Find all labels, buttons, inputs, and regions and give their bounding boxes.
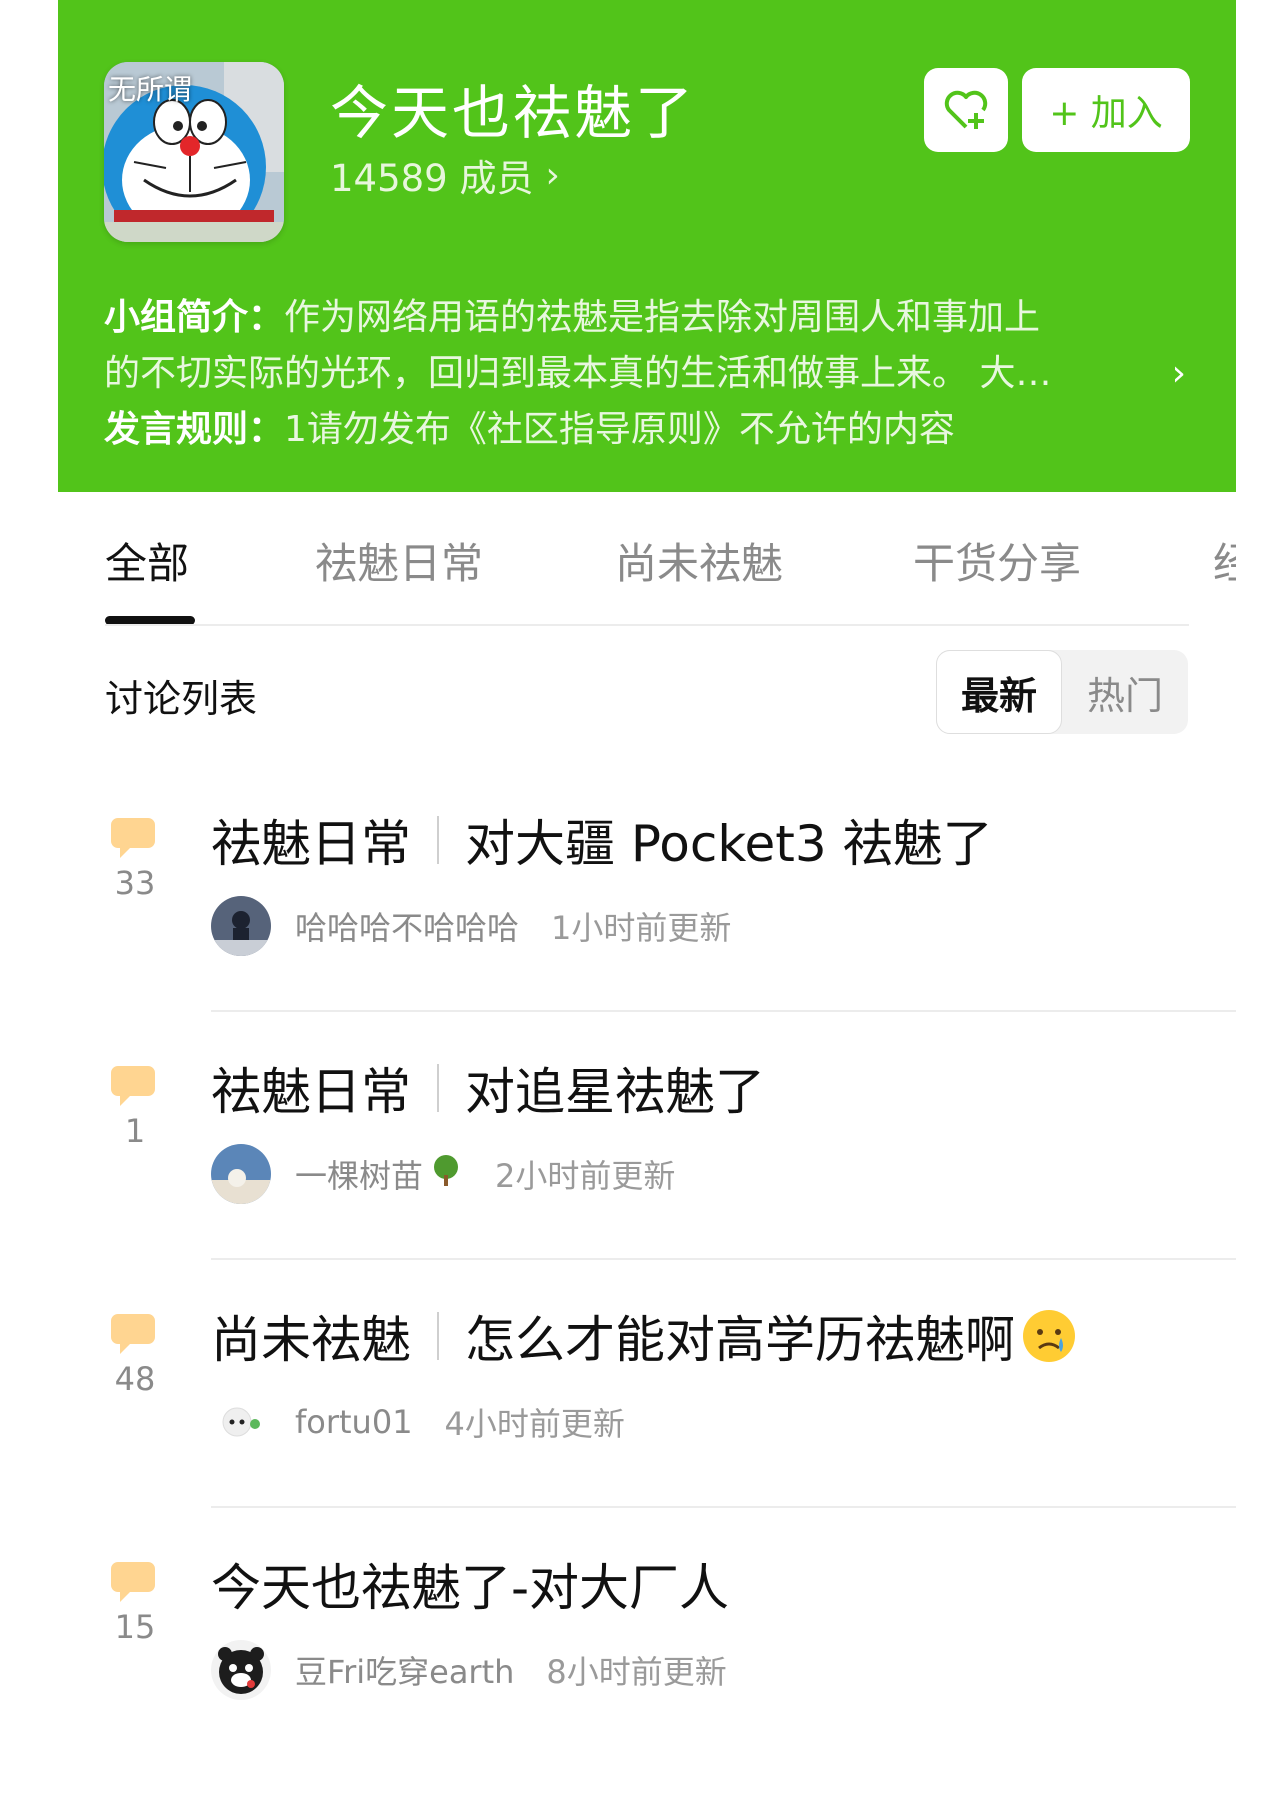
tab-more[interactable]: 经 xyxy=(1213,530,1236,591)
item-divider xyxy=(211,1010,1236,1012)
post-meta: 一棵树苗 2小时前更新 xyxy=(211,1144,675,1204)
list-item[interactable]: 1 祛魅日常 对追星祛魅了 一棵树苗 2小时前更新 xyxy=(0,1052,1280,1300)
post-title-row[interactable]: 祛魅日常 对追星祛魅了 xyxy=(211,1052,765,1124)
rules-text: 1请勿发布《社区指导原则》不允许的内容 xyxy=(284,409,955,450)
discussion-list-title: 讨论列表 xyxy=(105,677,258,721)
item-divider xyxy=(211,1258,1236,1260)
post-tag: 祛魅日常 xyxy=(211,1063,411,1121)
post-title-row[interactable]: 今天也祛魅了-对大厂人 xyxy=(211,1548,729,1620)
avatar[interactable] xyxy=(211,1640,271,1700)
updated-time: 2小时前更新 xyxy=(495,1157,676,1195)
group-avatar[interactable]: 无所谓 xyxy=(104,62,284,242)
chevron-right-icon[interactable]: › xyxy=(1172,346,1186,402)
author-name[interactable]: 哈哈哈不哈哈哈 xyxy=(295,903,519,949)
post-title: 今天也祛魅了-对大厂人 xyxy=(211,1559,730,1617)
sort-newest-button[interactable]: 最新 xyxy=(936,650,1062,734)
author-name[interactable]: 豆Fri吃穿earth xyxy=(295,1647,514,1693)
tag-separator xyxy=(437,1064,439,1112)
comment-bubble-icon xyxy=(111,1562,155,1602)
updated-time: 4小时前更新 xyxy=(444,1405,625,1443)
post-title: 怎么才能对高学历祛魅啊 xyxy=(465,1311,1015,1369)
comment-count: 33 xyxy=(114,864,156,902)
list-item[interactable]: 15 今天也祛魅了-对大厂人 豆Fri吃穿earth 8小时前更新 xyxy=(0,1548,1280,1796)
comment-count: 48 xyxy=(114,1360,156,1398)
intro-line-2: 的不切实际的光环，回归到最本真的生活和做事上来。 大… xyxy=(104,353,1052,394)
post-tag: 尚未祛魅 xyxy=(211,1311,411,1369)
author-name-text: 一棵树苗 xyxy=(295,1157,424,1195)
intro-row: 小组简介：作为网络用语的祛魅是指去除对周围人和事加上 xyxy=(104,290,1204,346)
avatar-caption: 无所谓 xyxy=(108,73,193,106)
user-avatar-image xyxy=(211,1392,271,1452)
post-meta: 哈哈哈不哈哈哈 1小时前更新 xyxy=(211,896,731,956)
rules-row: 发言规则：1请勿发布《社区指导原则》不允许的内容 xyxy=(104,402,1204,458)
member-count-link[interactable]: 14589 成员 › xyxy=(330,148,560,202)
tree-emoji-icon xyxy=(434,1155,459,1186)
comment-count: 1 xyxy=(124,1112,146,1150)
heart-plus-icon xyxy=(944,90,988,129)
comment-bubble-icon xyxy=(111,818,155,858)
list-item[interactable]: 33 祛魅日常 对大疆 Pocket3 祛魅了 哈哈哈不哈哈哈 1小时前更新 xyxy=(0,804,1280,1052)
post-title: 对大疆 Pocket3 祛魅了 xyxy=(465,815,993,873)
chevron-right-icon: › xyxy=(545,154,560,196)
group-description[interactable]: 小组简介：作为网络用语的祛魅是指去除对周围人和事加上 的不切实际的光环，回归到最… xyxy=(104,290,1204,458)
avatar[interactable] xyxy=(211,896,271,956)
sort-hot-button[interactable]: 热门 xyxy=(1062,650,1188,734)
item-divider xyxy=(211,1506,1236,1508)
post-title: 对追星祛魅了 xyxy=(465,1063,765,1121)
post-title-row[interactable]: 祛魅日常 对大疆 Pocket3 祛魅了 xyxy=(211,804,993,876)
updated-time: 1小时前更新 xyxy=(551,909,732,947)
category-tabs: 全部 祛魅日常 尚未祛魅 干货分享 经 xyxy=(105,530,1236,626)
sort-toggle: 最新 热门 xyxy=(936,650,1188,734)
post-meta: fortu01 4小时前更新 xyxy=(211,1392,625,1452)
crying-face-emoji-icon xyxy=(1023,1310,1075,1362)
tabs-divider xyxy=(105,624,1189,626)
post-title-row[interactable]: 尚未祛魅 怎么才能对高学历祛魅啊 xyxy=(211,1300,1077,1372)
tab-all[interactable]: 全部 xyxy=(105,530,189,591)
user-avatar-image xyxy=(211,1640,271,1700)
post-meta: 豆Fri吃穿earth 8小时前更新 xyxy=(211,1640,727,1700)
post-tag: 祛魅日常 xyxy=(211,815,411,873)
tag-separator xyxy=(437,1312,439,1360)
tab-not-yet[interactable]: 尚未祛魅 xyxy=(615,530,783,591)
comment-count: 15 xyxy=(114,1608,156,1646)
tab-tips[interactable]: 干货分享 xyxy=(913,530,1081,591)
member-count: 14589 成员 xyxy=(330,157,534,200)
author-name[interactable]: 一棵树苗 xyxy=(295,1151,463,1197)
follow-heart-button[interactable] xyxy=(924,68,1008,152)
group-header: 无所谓 今天也祛魅了 14589 成员 › + 加入 小组简介：作为网络用语的祛… xyxy=(58,0,1236,492)
list-item[interactable]: 48 尚未祛魅 怎么才能对高学历祛魅啊 fortu01 4小时前更新 xyxy=(0,1300,1280,1548)
avatar[interactable] xyxy=(211,1144,271,1204)
avatar[interactable] xyxy=(211,1392,271,1452)
intro-line-1: 作为网络用语的祛魅是指去除对周围人和事加上 xyxy=(284,297,1041,338)
author-name[interactable]: fortu01 xyxy=(295,1403,413,1441)
user-avatar-image xyxy=(211,1144,271,1204)
intro-row-2: 的不切实际的光环，回归到最本真的生活和做事上来。 大… › xyxy=(104,346,1204,402)
comment-bubble-icon xyxy=(111,1066,155,1106)
join-button[interactable]: + 加入 xyxy=(1022,68,1190,152)
group-title: 今天也祛魅了 xyxy=(330,79,697,147)
tag-separator xyxy=(437,816,439,864)
tab-daily[interactable]: 祛魅日常 xyxy=(315,530,483,591)
rules-label: 发言规则： xyxy=(104,409,285,450)
intro-label: 小组简介： xyxy=(104,297,285,338)
updated-time: 8小时前更新 xyxy=(546,1653,727,1691)
comment-bubble-icon xyxy=(111,1314,155,1354)
user-avatar-image xyxy=(211,896,271,956)
